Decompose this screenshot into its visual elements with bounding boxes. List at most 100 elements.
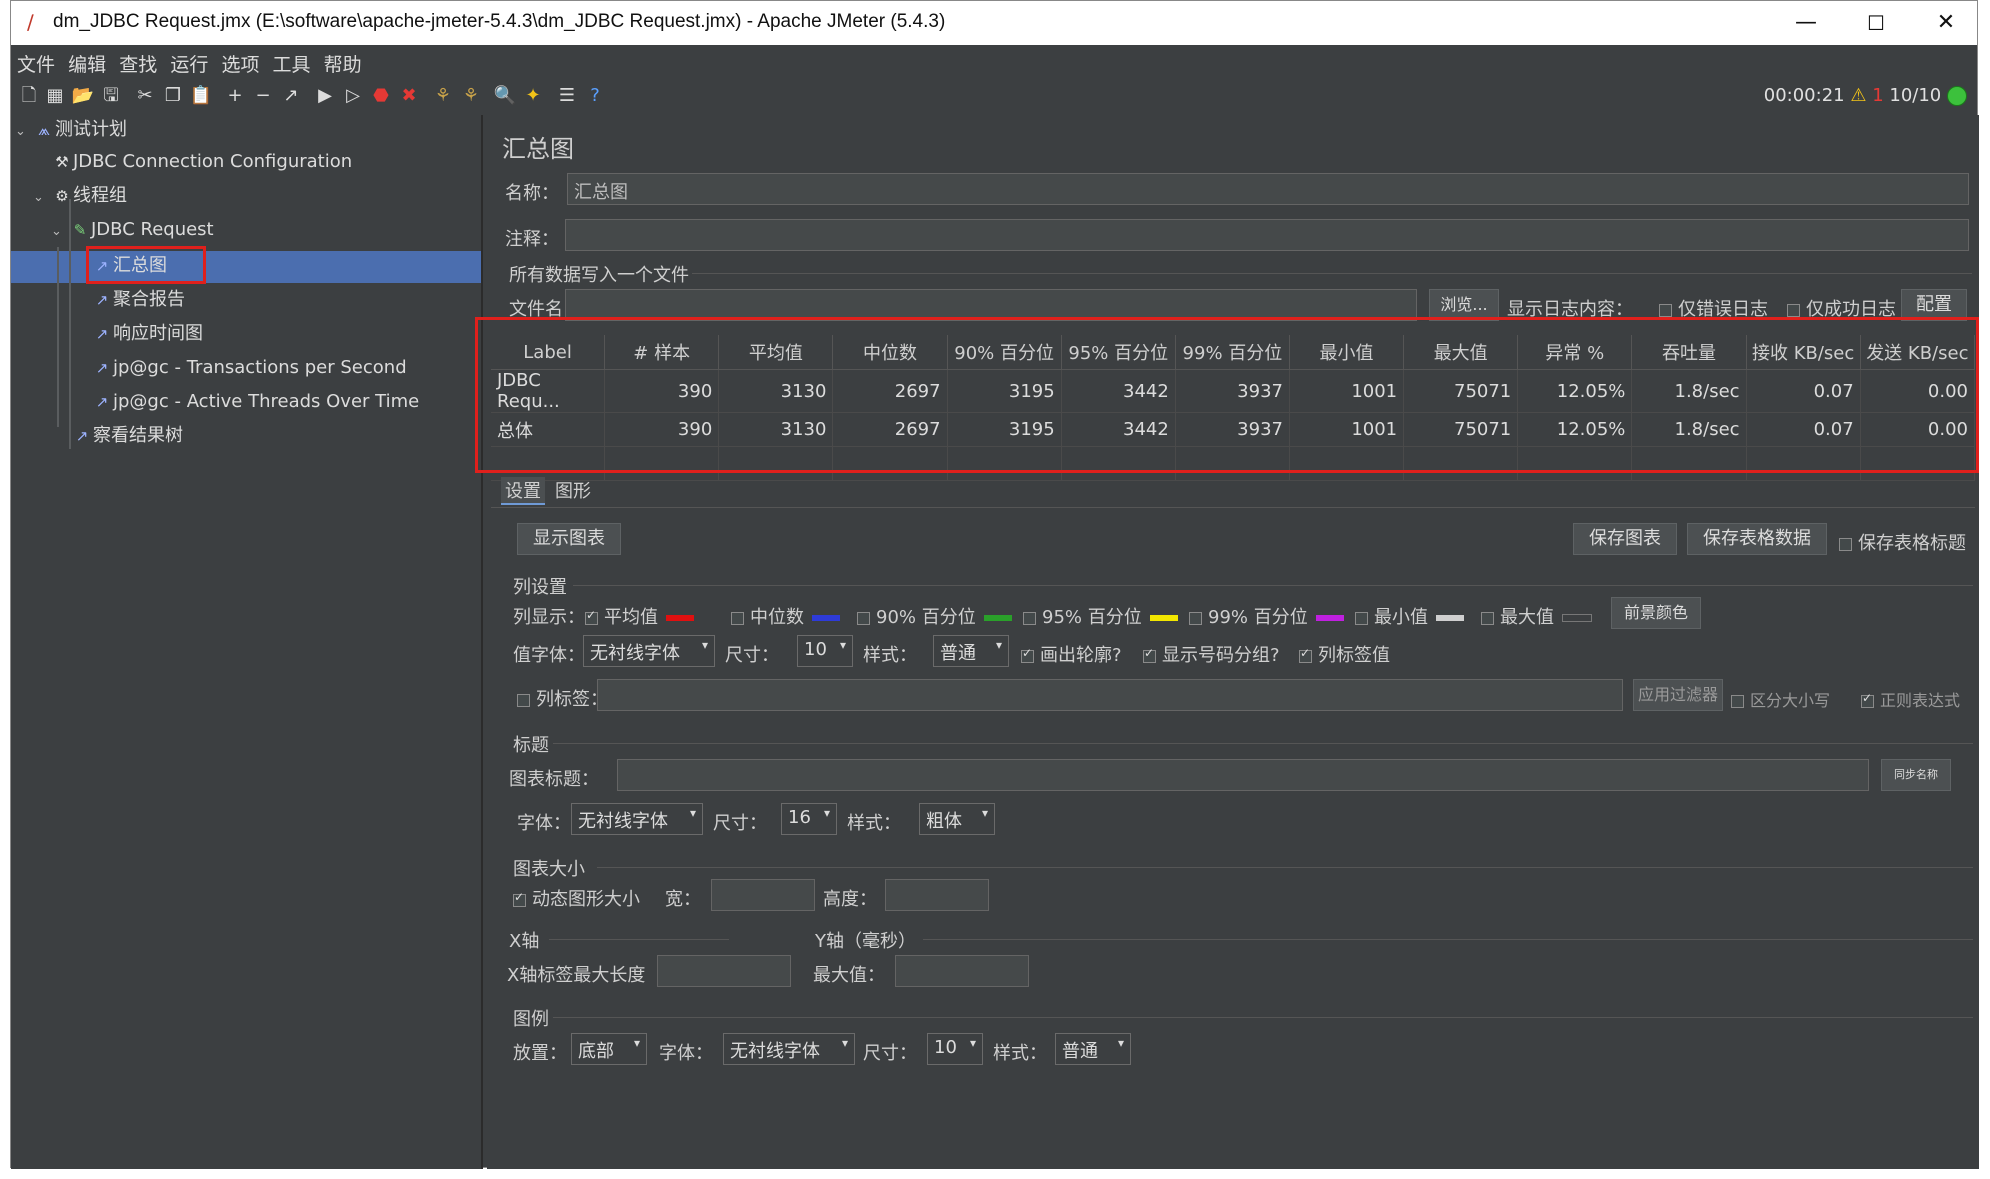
tab-graph[interactable]: 图形 xyxy=(555,477,591,503)
start-icon[interactable]: ▶ xyxy=(313,84,337,108)
column-toggle-median[interactable]: 中位数 xyxy=(731,603,850,629)
menu-run[interactable]: 运行 xyxy=(164,45,210,77)
close-button[interactable]: ✕ xyxy=(1921,7,1971,39)
chevron-down-icon[interactable]: ⌄ xyxy=(15,117,33,147)
name-field[interactable]: 汇总图 xyxy=(567,173,1969,205)
tree-node-jdbc-config[interactable]: ⚒ JDBC Connection Configuration xyxy=(51,147,352,177)
graph-size-section: 图表大小 xyxy=(513,859,585,880)
tree-node-active-threads[interactable]: ↗ jp@gc - Active Threads Over Time xyxy=(91,387,420,417)
graph-icon: ↗ xyxy=(75,427,89,445)
tree-node-jdbc-request[interactable]: ⌄ ✎ JDBC Request xyxy=(51,215,214,245)
sync-name-button[interactable]: 同步名称 xyxy=(1881,759,1951,791)
label-values-checkbox[interactable]: 列标签值 xyxy=(1299,641,1390,667)
graph-icon: ↗ xyxy=(95,359,109,377)
copy-icon[interactable]: ❐ xyxy=(161,84,185,108)
chevron-down-icon[interactable]: ⌄ xyxy=(33,183,51,213)
menu-tools[interactable]: 工具 xyxy=(267,45,313,77)
chart-title-field[interactable] xyxy=(617,759,1869,791)
menu-file[interactable]: 文件 xyxy=(11,45,57,77)
clear-all-icon[interactable]: ⚘ xyxy=(459,84,483,108)
graph-icon: ↗ xyxy=(95,393,109,411)
chevron-down-icon[interactable]: ⌄ xyxy=(51,217,69,247)
column-label-field[interactable] xyxy=(597,679,1623,711)
templates-icon[interactable]: ▦ xyxy=(43,84,67,108)
settings-panel: 设置 图形 显示图表 保存图表 保存表格数据 保存表格标题 列设置 列显示： 平… xyxy=(487,475,1979,1169)
y-max-label: 最大值： xyxy=(813,965,885,986)
title-style-label: 样式： xyxy=(847,813,901,834)
legend-style-select[interactable]: 普通 ▾ xyxy=(1055,1033,1131,1065)
foreground-color-button[interactable]: 前景颜色 xyxy=(1611,597,1701,629)
maximize-button[interactable]: ☐ xyxy=(1851,7,1901,39)
help-icon[interactable]: ? xyxy=(583,84,607,108)
menu-help[interactable]: 帮助 xyxy=(318,45,364,77)
height-field[interactable] xyxy=(885,879,989,911)
column-toggle-p99[interactable]: 99% 百分位 xyxy=(1189,603,1354,629)
collapse-icon[interactable]: − xyxy=(251,84,275,108)
start-no-pause-icon[interactable]: ▷ xyxy=(341,84,365,108)
menu-options[interactable]: 选项 xyxy=(215,45,261,77)
elapsed-time: 00:00:21 xyxy=(1763,85,1845,106)
dynamic-size-checkbox[interactable]: 动态图形大小 xyxy=(513,885,640,911)
tree-node-view-results-tree[interactable]: ↗ 察看结果树 xyxy=(71,421,183,451)
value-style-select[interactable]: 普通 ▾ xyxy=(933,635,1009,667)
tree-node-tps[interactable]: ↗ jp@gc - Transactions per Second xyxy=(91,353,407,383)
reset-search-icon[interactable]: ✦ xyxy=(521,84,545,108)
search-icon[interactable]: 🔍 xyxy=(493,84,517,108)
x-label-maxlen-field[interactable] xyxy=(657,955,791,987)
clear-icon[interactable]: ⚘ xyxy=(431,84,455,108)
column-toggle-avg[interactable]: 平均值 xyxy=(585,603,704,629)
width-label: 宽： xyxy=(665,889,701,910)
paste-icon[interactable]: 📋 xyxy=(189,84,213,108)
save-graph-button[interactable]: 保存图表 xyxy=(1573,523,1677,555)
tree-node-aggregate-report[interactable]: ↗ 聚合报告 xyxy=(91,285,185,315)
chevron-down-icon: ▾ xyxy=(633,1036,640,1050)
avg-color-swatch xyxy=(666,615,694,621)
stop-icon[interactable]: ⬣ xyxy=(369,84,393,108)
width-field[interactable] xyxy=(711,879,815,911)
regex-checkbox[interactable]: 正则表达式 xyxy=(1861,687,1960,711)
save-header-checkbox[interactable]: 保存表格标题 xyxy=(1839,529,1966,555)
toggle-icon[interactable]: ↗ xyxy=(279,84,303,108)
columns-display-label: 列显示： xyxy=(513,607,585,628)
status-area: 00:00:21 ⚠ 1 10/10 xyxy=(1764,85,1967,106)
column-toggle-min[interactable]: 最小值 xyxy=(1355,603,1474,629)
value-size-select[interactable]: 10 ▾ xyxy=(797,635,853,667)
column-toggle-p90[interactable]: 90% 百分位 xyxy=(857,603,1022,629)
show-graph-button[interactable]: 显示图表 xyxy=(517,523,621,555)
menu-edit[interactable]: 编辑 xyxy=(62,45,108,77)
apply-filter-button[interactable]: 应用过滤器 xyxy=(1633,679,1723,711)
value-font-select[interactable]: 无衬线字体 ▾ xyxy=(583,635,715,667)
title-size-select[interactable]: 16 ▾ xyxy=(781,803,837,835)
title-font-label: 字体： xyxy=(517,813,571,834)
tree-node-response-time-graph[interactable]: ↗ 响应时间图 xyxy=(91,319,203,349)
y-max-field[interactable] xyxy=(895,955,1029,987)
legend-placement-select[interactable]: 底部 ▾ xyxy=(571,1033,647,1065)
menu-search[interactable]: 查找 xyxy=(113,45,159,77)
warning-icon[interactable]: ⚠ xyxy=(1850,85,1866,106)
shutdown-icon[interactable]: ✖ xyxy=(397,84,421,108)
graph-icon: ↗ xyxy=(95,325,109,343)
draw-outline-checkbox[interactable]: 画出轮廓? xyxy=(1021,641,1122,667)
open-icon[interactable]: 📂 xyxy=(71,84,95,108)
function-helper-icon[interactable]: ☰ xyxy=(555,84,579,108)
show-grouping-checkbox[interactable]: 显示号码分组? xyxy=(1143,641,1280,667)
column-toggle-max[interactable]: 最大值 xyxy=(1481,603,1602,629)
title-size-label: 尺寸： xyxy=(713,813,767,834)
case-sensitive-checkbox[interactable]: 区分大小写 xyxy=(1731,687,1830,711)
new-icon[interactable]: 🗋 xyxy=(17,84,41,108)
legend-size-select[interactable]: 10 ▾ xyxy=(927,1033,983,1065)
cut-icon[interactable]: ✂ xyxy=(133,84,157,108)
tree-node-test-plan[interactable]: ⌄ ⩕ 测试计划 xyxy=(15,115,127,145)
title-font-select[interactable]: 无衬线字体 ▾ xyxy=(571,803,703,835)
save-table-button[interactable]: 保存表格数据 xyxy=(1687,523,1827,555)
comment-field[interactable] xyxy=(565,219,1969,251)
expand-icon[interactable]: + xyxy=(223,84,247,108)
tab-settings[interactable]: 设置 xyxy=(501,477,545,505)
column-label-checkbox[interactable]: 列标签： xyxy=(517,685,608,711)
save-icon[interactable]: 🖫 xyxy=(99,84,123,108)
column-toggle-p95[interactable]: 95% 百分位 xyxy=(1023,603,1188,629)
legend-font-select[interactable]: 无衬线字体 ▾ xyxy=(723,1033,855,1065)
title-style-select[interactable]: 粗体 ▾ xyxy=(919,803,995,835)
minimize-button[interactable]: — xyxy=(1781,7,1831,39)
tree-node-thread-group[interactable]: ⌄ ⚙ 线程组 xyxy=(33,181,127,211)
